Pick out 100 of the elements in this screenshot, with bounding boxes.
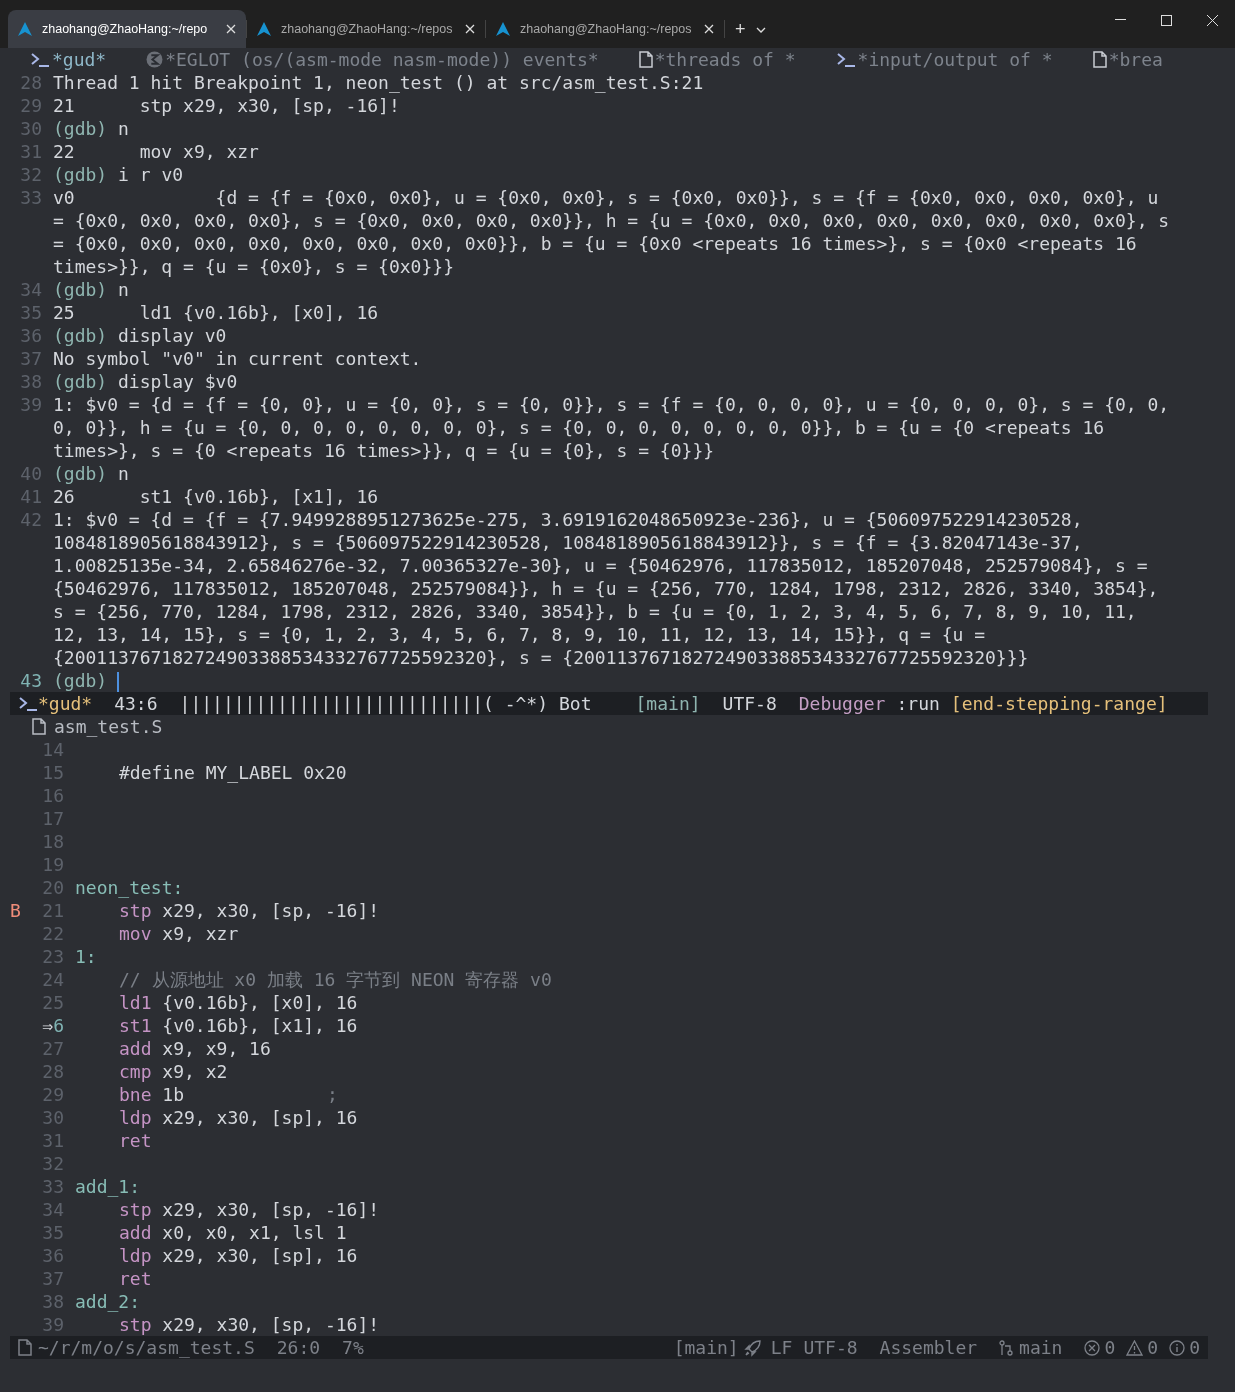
code-operands: x0, x0, x1, lsl 1 (162, 1222, 347, 1243)
scroll-position: Bot (559, 693, 592, 714)
encoding: UTF-8 (722, 693, 777, 714)
output-line: 22 mov x9, xzr (53, 140, 259, 163)
gdb-command: n (118, 463, 129, 484)
output-line: 21 stp x29, x30, [sp, -16]! (53, 94, 400, 117)
warning-count: 0 (1147, 1337, 1159, 1358)
line-number: 34 (20, 278, 42, 301)
gdb-command: n (118, 279, 129, 300)
line-number: 36 (41, 1244, 64, 1267)
output-line: = {0x0, 0x0, 0x0, 0x0, 0x0, 0x0, 0x0, 0x0}}, b = {u = {0x0 <repeats 16 times>}, s = {0x0 <repeats 16 (53, 232, 1138, 255)
emacs-icon (146, 51, 164, 68)
line-number: 19 (41, 853, 64, 876)
gdb-prompt: (gdb) (53, 371, 108, 392)
code-mnemonic: stp (118, 1199, 152, 1220)
line-number: 29 (41, 1083, 64, 1106)
scroll-indicator: |||||||||||||||||||||||||||| (179, 693, 483, 714)
breakpoint-marker: B (10, 900, 21, 921)
dropdown-icon[interactable] (755, 26, 766, 34)
line-number: 33 (41, 1175, 64, 1198)
buffer-tab[interactable]: *brea (1092, 49, 1163, 70)
minimize-icon (1114, 19, 1126, 21)
gdb-prompt: (gdb) (53, 164, 108, 185)
code-operands: x9, x9, 16 (162, 1038, 271, 1059)
line-number: 18 (41, 830, 64, 853)
code-mnemonic: stp (118, 900, 152, 921)
code-mnemonic: mov (118, 923, 152, 944)
app-icon (257, 22, 271, 36)
branch-icon (999, 1339, 1014, 1356)
output-line: = {0x0, 0x0, 0x0, 0x0}, s = {0x0, 0x0, 0x0, 0x0}}, h = {u = {0x0, 0x0, 0x0, 0x0, 0x0, 0x0, 0x0, 0x0}, s (53, 209, 1170, 232)
line-number: 31 (41, 1129, 64, 1152)
code-label: add_1: (75, 1176, 141, 1197)
buffer-tab[interactable]: *gud* (30, 49, 107, 70)
major-mode: Assembler (879, 1337, 978, 1358)
output-line: 25 ld1 {v0.16b}, [x0], 16 (53, 301, 379, 324)
vc-branch: main (1019, 1337, 1063, 1358)
gdb-prompt: (gdb) (53, 670, 108, 691)
terminal-tab[interactable]: zhaohang@ZhaoHang:~/repo (8, 10, 246, 48)
buffer-tab[interactable]: *EGLOT (os/(asm-mode nasm-mode)) events* (146, 49, 599, 70)
output-line: 26 st1 {v0.16b}, [x1], 16 (53, 485, 379, 508)
line-number: 28 (20, 71, 42, 94)
text-cursor (117, 672, 120, 692)
line-number: 32 (20, 163, 42, 186)
line-number: 37 (20, 347, 42, 370)
line-number: ⇒6 (41, 1014, 64, 1037)
line-number: 15 (41, 761, 64, 784)
output-line: times>}, s = {0 <repeats 16 times>}}, q = {u = {0}, s = {0}}} (53, 439, 716, 462)
close-icon[interactable] (465, 24, 475, 34)
major-mode: Debugger (798, 693, 886, 714)
close-icon[interactable] (704, 24, 714, 34)
line-number: 17 (41, 807, 64, 830)
line-number: 28 (41, 1060, 64, 1083)
line-number: 38 (41, 1290, 64, 1313)
line-number: 30 (20, 117, 42, 140)
code-operands: x29, x30, [sp], 16 (162, 1245, 358, 1266)
line-ending: LF (770, 1337, 793, 1358)
gdb-command: i r v0 (118, 164, 184, 185)
buffer-name: *gud* (38, 693, 93, 714)
line-number: 24 (41, 968, 64, 991)
buffer-tab[interactable]: *input/output of * (835, 49, 1053, 70)
gdb-prompt: (gdb) (53, 463, 108, 484)
file-icon (32, 718, 46, 735)
output-line: s = {256, 770, 1284, 1798, 2312, 2826, 3340, 3854}}, b = {u = {0, 1, 2, 3, 4, 5, 6, 7, 8, 9, 10, 11, (53, 600, 1138, 623)
new-tab-button[interactable]: + (725, 10, 756, 48)
code-mnemonic: ret (118, 1268, 152, 1289)
close-icon[interactable] (226, 24, 236, 34)
terminal-tab[interactable]: zhaohang@ZhaoHang:~/repos (247, 10, 485, 48)
cursor-position: 26:0 (276, 1337, 321, 1358)
mascot-text: ( -^*) (483, 693, 548, 714)
line-number: 34 (41, 1198, 64, 1221)
code-mnemonic: st1 (118, 1015, 152, 1036)
error-icon (1084, 1339, 1101, 1356)
code-comment: // 从源地址 x0 加载 16 字节到 NEON 寄存器 v0 (118, 969, 552, 990)
output-line: 1.00825135e-34, 2.65846276e-32, 7.00365327e-30}, u = {50462976, 117835012, 185207048, 252579084}, s = (53, 554, 1149, 577)
branch-name: [main] (673, 1337, 739, 1358)
line-number: 25 (41, 991, 64, 1014)
info-count: 0 (1189, 1337, 1200, 1358)
app-icon (496, 22, 510, 36)
output-line: 1: $v0 = {d = {f = {0, 0}, u = {0, 0}, s = {0, 0}}, s = {f = {0, 0, 0, 0}, u = {0, 0, 0, 0}, s = {0, 0, (53, 393, 1170, 416)
gdb-prompt: (gdb) (53, 325, 108, 346)
app-icon (18, 22, 32, 36)
output-line: v0 {d = {f = {0x0, 0x0}, u = {0x0, 0x0}, s = {0x0, 0x0}}, s = {f = {0x0, 0x0, 0x0, 0x0}, u (53, 186, 1160, 209)
line-number: 29 (20, 94, 42, 117)
line-number: 31 (20, 140, 42, 163)
file-icon (18, 1339, 32, 1356)
code-mnemonic: ld1 (118, 992, 152, 1013)
line-number: 39 (41, 1313, 64, 1336)
terminal-tab[interactable]: zhaohang@ZhaoHang:~/repos (486, 10, 724, 48)
line-number: 43 (20, 669, 42, 692)
code-operands: x29, x30, [sp, -16]! (162, 1199, 380, 1220)
file-path: ~/r/m/o/s/asm_test.S (38, 1337, 255, 1358)
code-operands: x9, xzr (162, 923, 239, 944)
code-mnemonic: ldp (118, 1245, 152, 1266)
error-count: 0 (1104, 1337, 1116, 1358)
warning-icon (1126, 1339, 1144, 1356)
line-number: 37 (41, 1267, 64, 1290)
buffer-tab[interactable]: *threads of * (638, 49, 796, 70)
scroll-percent: 7% (342, 1337, 364, 1358)
output-line: Thread 1 hit Breakpoint 1, neon_test () at src/asm_test.S:21 (53, 71, 704, 94)
code-operands: x29, x30, [sp, -16]! (162, 900, 380, 921)
